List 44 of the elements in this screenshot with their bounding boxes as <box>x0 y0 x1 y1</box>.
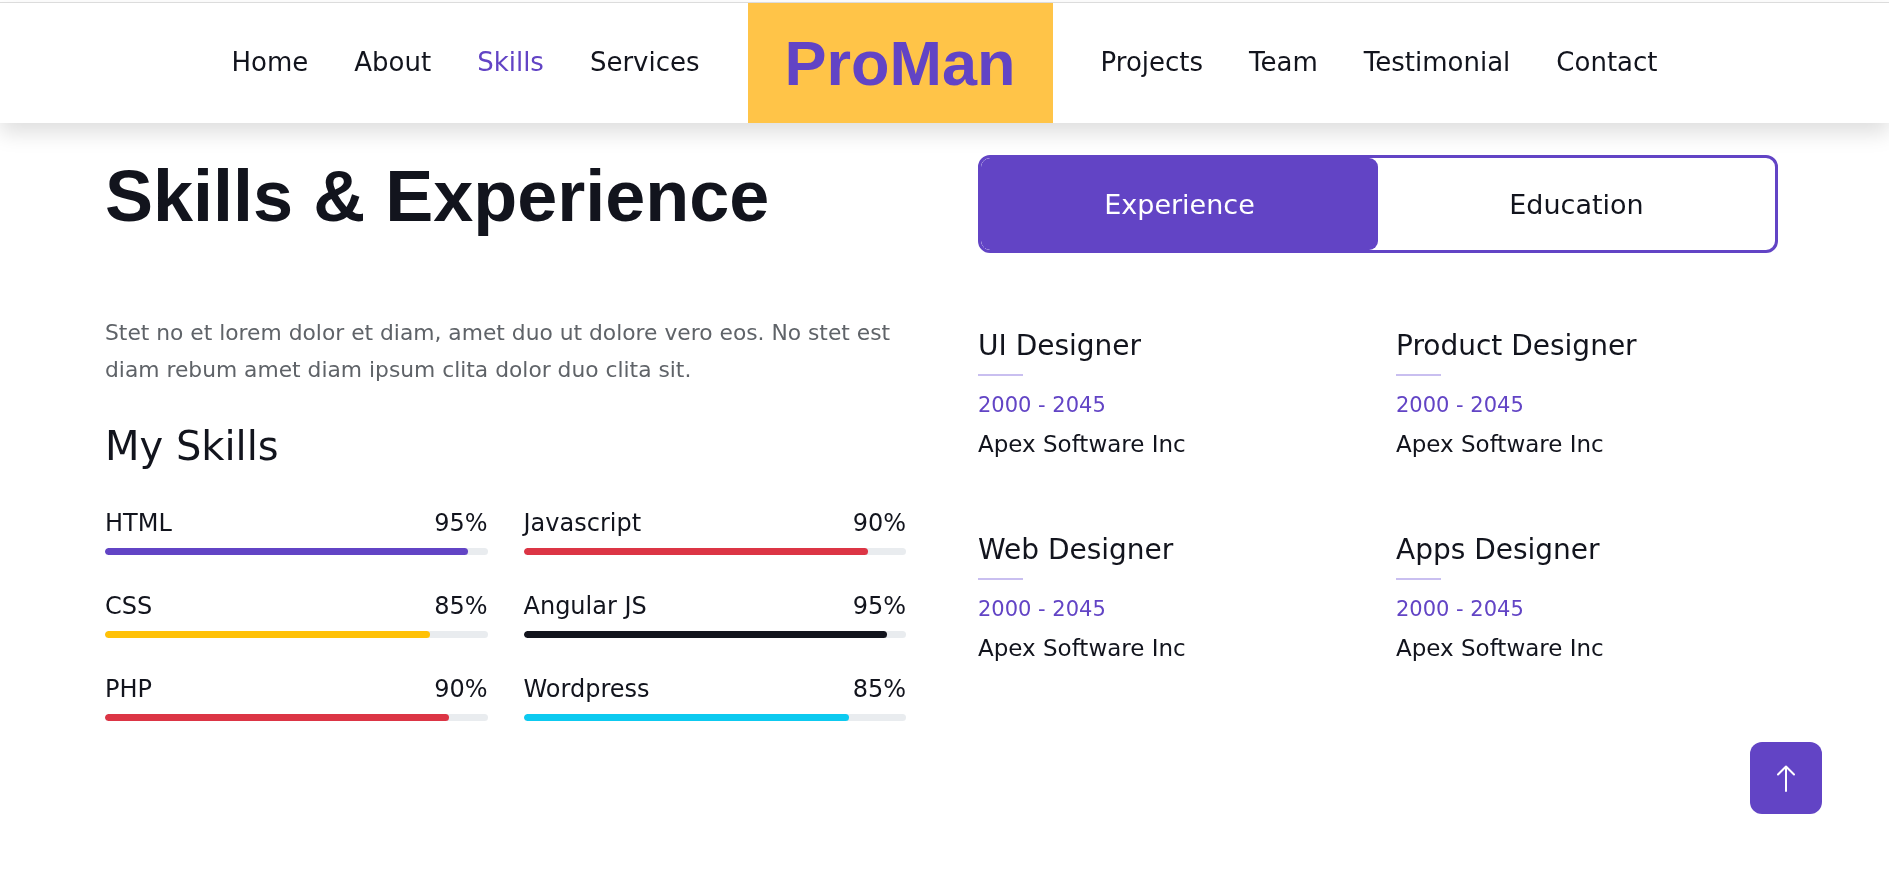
skill-name: HTML <box>105 508 172 539</box>
tab[interactable]: Education <box>1378 158 1775 250</box>
company-name: Apex Software Inc <box>978 634 1186 664</box>
skill-name: Javascript <box>523 508 642 539</box>
job-title: Web Designer <box>978 533 1174 567</box>
job-title: Apps Designer <box>1396 533 1600 567</box>
skill-percent: 85% <box>852 674 906 705</box>
skills-heading: My Skills <box>105 422 280 470</box>
accent-line <box>978 373 1023 376</box>
skill-name: PHP <box>105 674 152 705</box>
nav-link[interactable]: Home <box>231 47 309 79</box>
arrow-up-icon <box>1777 764 1795 792</box>
job-title: UI Designer <box>978 329 1142 363</box>
nav-link[interactable]: Skills <box>477 47 544 79</box>
skill-name: CSS <box>105 591 153 622</box>
skill-percent: 95% <box>852 591 906 622</box>
logo[interactable]: ProMan <box>747 3 1053 123</box>
tab[interactable]: Experience <box>981 158 1378 250</box>
accent-line <box>1396 373 1441 376</box>
job-period: 2000 - 2045 <box>1396 391 1524 419</box>
accent-line <box>1396 577 1441 580</box>
skill-name: Wordpress <box>523 674 650 705</box>
skill-percent: 90% <box>434 674 488 705</box>
skill-percent: 95% <box>434 508 488 539</box>
job-title: Product Designer <box>1396 329 1637 363</box>
job-period: 2000 - 2045 <box>1396 595 1524 623</box>
accent-line <box>978 577 1023 580</box>
nav-link[interactable]: Projects <box>1100 47 1204 79</box>
company-name: Apex Software Inc <box>1396 634 1604 664</box>
job-period: 2000 - 2045 <box>978 595 1106 623</box>
company-name: Apex Software Inc <box>1396 430 1604 460</box>
nav-link[interactable]: Testimonial <box>1363 47 1511 79</box>
nav-link[interactable]: Services <box>589 47 700 79</box>
nav-link[interactable]: Contact <box>1556 47 1658 79</box>
job-period: 2000 - 2045 <box>978 391 1106 419</box>
skill-name: Angular JS <box>523 591 647 622</box>
back-to-top-button[interactable] <box>1750 742 1822 814</box>
skill-percent: 85% <box>434 591 488 622</box>
skill-percent: 90% <box>852 508 906 539</box>
nav-link[interactable]: Team <box>1249 47 1318 79</box>
company-name: Apex Software Inc <box>978 430 1186 460</box>
section-title: Skills & Experience <box>105 155 771 238</box>
section-description: Stet no et lorem dolor et diam, amet duo ut dolore vero eos. No stet est diam rebum amet diam ipsum clita dolor duo clita sit. <box>105 319 892 384</box>
nav-link[interactable]: About <box>354 47 432 79</box>
